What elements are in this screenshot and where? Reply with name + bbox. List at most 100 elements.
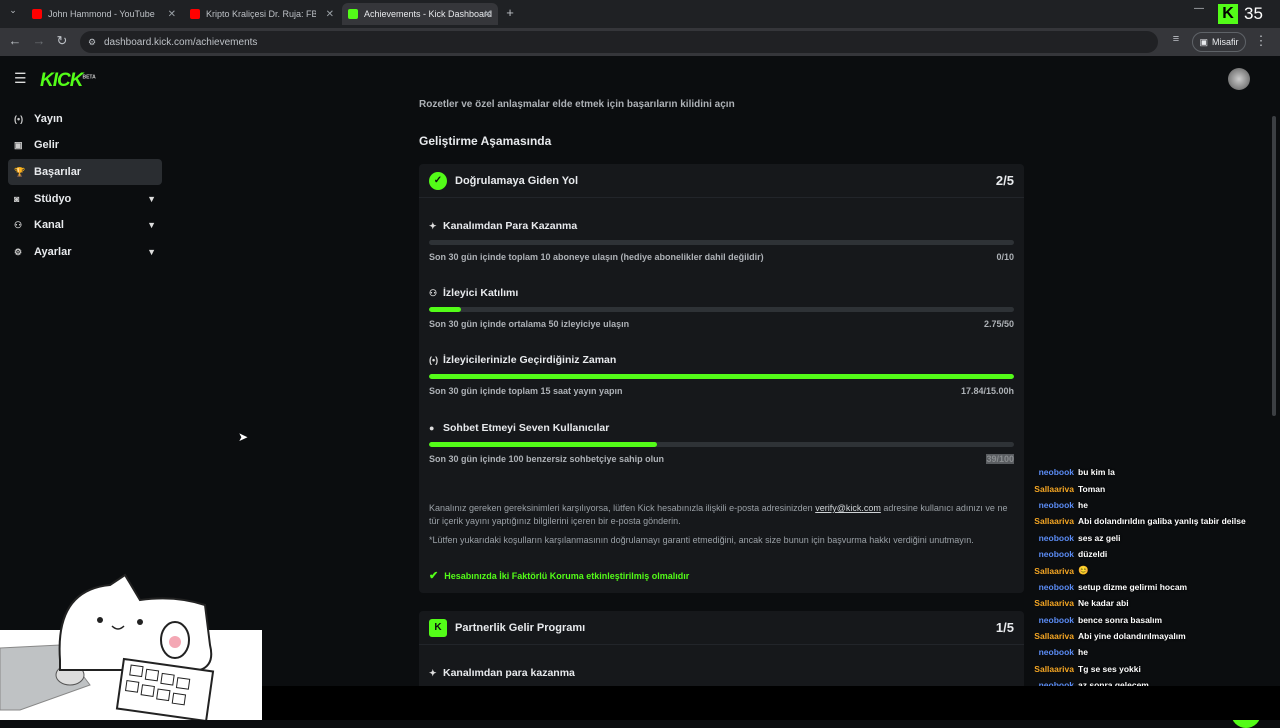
verified-badge-icon: ✓ [429,171,447,190]
sidebar-item-gelir[interactable]: ▣ Gelir [8,132,162,158]
reload-icon[interactable]: ↻ [53,33,71,49]
note-text: Kanalınız gereken gereksinimleri karşılı… [429,503,813,513]
chat-username: neobook [1038,499,1074,510]
sidebar-item-label: Gelir [34,139,60,151]
media-icon[interactable]: ≡ [1167,33,1185,45]
chat-message: neobook he [1028,644,1268,660]
sidebar-item-label: Kanal [34,219,64,231]
chat-message: neobook düzeldi [1028,546,1268,562]
viewers-icon: ⚇ [429,287,438,298]
verify-email-link[interactable]: verify@kick.com [815,503,881,513]
chat-username: neobook [1038,532,1074,543]
progress-bar [429,240,1014,245]
address-bar[interactable]: ⚙ dashboard.kick.com/achievements [80,31,1158,53]
page-scrollbar[interactable] [1272,116,1276,416]
close-tab-icon[interactable]: ✕ [168,9,176,20]
menu-icon[interactable]: ⋮ [1252,33,1270,49]
chevron-down-icon[interactable]: ▼ [147,194,156,204]
chat-text: Toman [1078,483,1106,494]
progress-fill [429,307,462,312]
sidebar-item-yayin[interactable]: (•) Yayın [8,106,162,132]
item-title: Sohbet Etmeyi Seven Kullanıcılar [443,422,610,434]
sidebar-item-kanal[interactable]: ⚇ Kanal ▼ [8,212,162,238]
beta-badge: BETA [82,74,96,81]
trophy-icon: 🏆 [14,166,26,177]
chat-message: Sallaariva Tg se ses yokki [1028,661,1268,677]
broadcast-icon: (•) [14,114,24,124]
sparkle-icon: ✦ [429,667,437,678]
browser-tab-kripto[interactable]: Kripto Kraliçesi Dr. Ruja: FBI List ✕ [184,3,340,25]
chat-username: Sallaariva [1034,565,1074,576]
achievement-item: ✦ Kanalımdan Para Kazanma Son 30 gün için… [429,220,1014,262]
chat-text: Abi yine dolandırılmayalım [1078,631,1186,642]
browser-tab-youtube[interactable]: John Hammond - YouTube ✕ [26,3,182,25]
profile-button[interactable]: ▣ Misafir [1192,32,1246,52]
item-title: Kanalımdan para kazanma [443,667,575,679]
gear-icon: ⚙ [14,246,23,257]
chat-message: neobook he [1028,497,1268,513]
card-progress-count: 2/5 [995,173,1014,188]
browser-toolbar: ← → ↻ ⚙ dashboard.kick.com/achievements … [0,28,1280,56]
browser-tab-achievements[interactable]: Achievements - Kick Dashboard ✕ [342,3,498,25]
tab-search-icon[interactable]: ⌄ [4,5,22,16]
stream-overlay-counter: K 35 [1218,2,1263,26]
chat-message: Sallaariva Abi yine dolandırılmayalım [1028,628,1268,644]
item-description: Son 30 gün içinde ortalama 50 izleyiciye… [429,319,630,329]
kick-logo[interactable]: KICKBETA [40,70,96,92]
sidebar-item-label: Stüdyo [34,193,72,205]
requirement-text: Hesabınızda İki Faktörlü Koruma etkinleş… [444,570,690,581]
chat-text: Tg se ses yokki [1078,663,1141,674]
sidebar-item-label: Yayın [34,113,63,125]
chat-username: neobook [1038,549,1074,560]
cat-eye [137,619,143,625]
chat-text: bence sonra basalım [1078,614,1163,625]
chat-text: Abi dolandırıldın galiba yanlış tabir de… [1078,516,1246,527]
kick-favicon-icon [348,9,358,19]
chevron-down-icon[interactable]: ▼ [147,220,156,230]
item-value: 39/100 [986,454,1014,464]
achievement-card-verification: ✓ Doğrulamaya Giden Yol 2/5 ✦ Kanalımdan … [419,164,1024,593]
chat-text: setup dizme gelirmi hocam [1078,581,1188,592]
new-tab-button[interactable]: + [501,5,519,20]
forward-icon[interactable]: → [30,33,48,48]
minimize-icon[interactable]: — [1190,3,1208,14]
cat-eye [97,617,103,623]
chat-username: Sallaariva [1034,483,1074,494]
studio-icon: ◙ [14,194,20,204]
sidebar-item-ayarlar[interactable]: ⚙ Ayarlar ▼ [8,239,162,265]
item-value: 0/10 [996,252,1014,262]
hamburger-menu-icon[interactable]: ☰ [14,70,27,87]
card-title: Partnerlik Gelir Programı [455,621,586,634]
progress-fill [429,442,658,447]
chevron-down-icon[interactable]: ▼ [147,247,156,257]
chat-text: he [1078,647,1088,658]
disclaimer-note: *Lütfen yukarıdaki koşulların karşılanma… [429,535,974,545]
avatar[interactable] [1228,68,1250,90]
chat-text: ses az geli [1078,532,1121,543]
mouse-cursor-icon: ➤ [238,430,249,444]
close-tab-icon[interactable]: ✕ [484,9,492,20]
site-info-icon[interactable]: ⚙ [88,37,96,48]
chat-username: neobook [1038,467,1074,478]
close-tab-icon[interactable]: ✕ [326,9,334,20]
chat-username: neobook [1038,647,1074,658]
sidebar-item-studyo[interactable]: ◙ Stüdyo ▼ [8,186,162,212]
item-value: 17.84/15.00h [960,386,1014,396]
two-factor-requirement: ✔ Hesabınızda İki Faktörlü Koruma etkinl… [429,569,689,582]
card-header: ✓ Doğrulamaya Giden Yol 2/5 [419,164,1024,198]
chat-message: Sallaariva Ne kadar abi [1028,595,1268,611]
chat-text: bu kim la [1078,467,1115,478]
chat-username: Sallaariva [1034,663,1074,674]
sidebar-item-basarilar[interactable]: 🏆 Başarılar [8,159,162,185]
back-icon[interactable]: ← [6,33,24,48]
chat-username: neobook [1038,581,1074,592]
revenue-icon: ▣ [14,139,23,150]
card-title: Doğrulamaya Giden Yol [455,174,579,187]
sidebar-item-label: Başarılar [34,166,82,178]
item-description: Son 30 gün içinde 100 benzersiz sohbetçi… [429,454,665,464]
tab-title: Kripto Kraliçesi Dr. Ruja: FBI List [206,9,316,19]
kick-logo-icon: K [1218,4,1238,24]
overlay-count: 35 [1244,4,1263,23]
chat-username: Sallaariva [1034,598,1074,609]
item-title: İzleyici Katılımı [443,287,519,299]
